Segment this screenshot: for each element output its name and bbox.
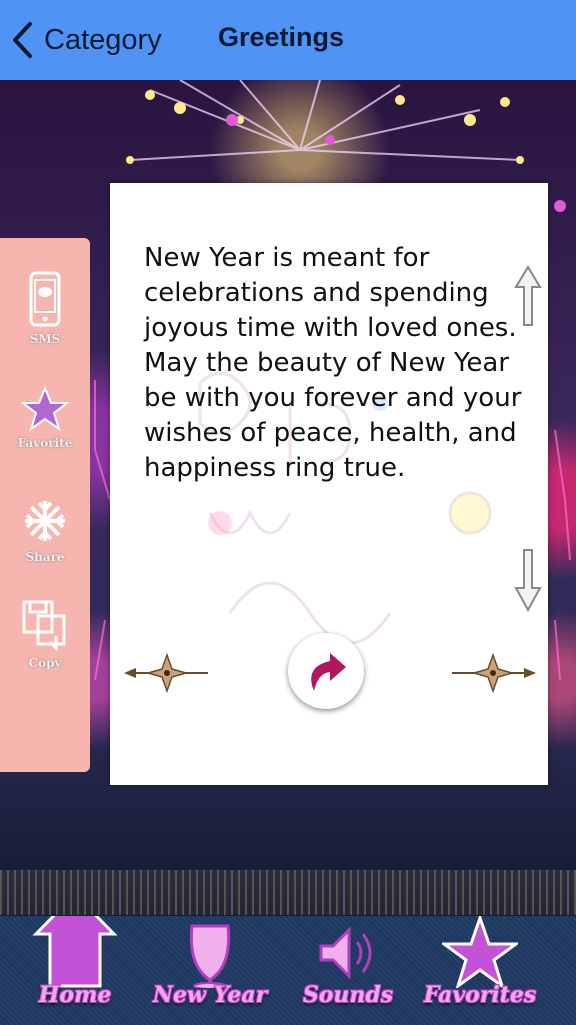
share-button[interactable]: Share xyxy=(0,496,90,564)
tab-new-year[interactable]: New Year xyxy=(150,916,270,1008)
compass-arrow-right-icon xyxy=(452,652,536,694)
back-label: Category xyxy=(44,23,162,56)
tab-sounds-label: Sounds xyxy=(302,982,394,1008)
next-ornament[interactable] xyxy=(448,652,538,697)
tab-favorites[interactable]: Favorites xyxy=(420,916,540,1008)
curved-arrow-icon xyxy=(311,653,346,691)
home-icon xyxy=(32,916,118,988)
star-icon xyxy=(21,386,69,432)
sms-button[interactable]: SMS xyxy=(0,270,90,346)
scroll-up-button[interactable] xyxy=(514,265,542,333)
action-sidebar: SMS Favorite Share Copy xyxy=(0,238,90,772)
copy-button[interactable]: Copy xyxy=(0,598,90,670)
share-icon xyxy=(25,501,65,541)
wine-glass-icon xyxy=(189,924,231,988)
next-greeting-button[interactable] xyxy=(288,633,364,709)
tab-home-label: Home xyxy=(38,982,112,1008)
tab-new-year-label: New Year xyxy=(152,982,268,1008)
greeting-card: New Year is meant for celebrations and s… xyxy=(110,183,548,785)
compass-arrow-left-icon xyxy=(124,652,208,694)
sms-label: SMS xyxy=(29,332,61,346)
back-button[interactable]: Category xyxy=(10,18,162,62)
nav-bar: Category Greetings xyxy=(0,0,576,80)
speaker-icon xyxy=(319,926,372,980)
share-label: Share xyxy=(25,550,65,564)
phone-icon xyxy=(29,271,61,327)
previous-ornament[interactable] xyxy=(122,652,212,697)
page-title: Greetings xyxy=(218,22,345,52)
scroll-down-button[interactable] xyxy=(514,548,542,616)
arrow-down-icon xyxy=(514,549,542,613)
star-icon xyxy=(442,916,518,988)
chevron-left-icon xyxy=(13,22,32,58)
tab-sounds[interactable]: Sounds xyxy=(298,916,398,1008)
copy-label: Copy xyxy=(28,656,62,670)
tab-bar: Home New Year Sounds Favorites xyxy=(0,915,576,1025)
copy-icon xyxy=(22,600,66,652)
favorite-button[interactable]: Favorite xyxy=(0,386,90,450)
greeting-message: New Year is meant for celebrations and s… xyxy=(144,243,522,483)
tab-favorites-label: Favorites xyxy=(423,982,537,1008)
favorite-label: Favorite xyxy=(17,436,73,450)
tab-home[interactable]: Home xyxy=(30,916,120,1008)
arrow-up-icon xyxy=(514,265,542,326)
